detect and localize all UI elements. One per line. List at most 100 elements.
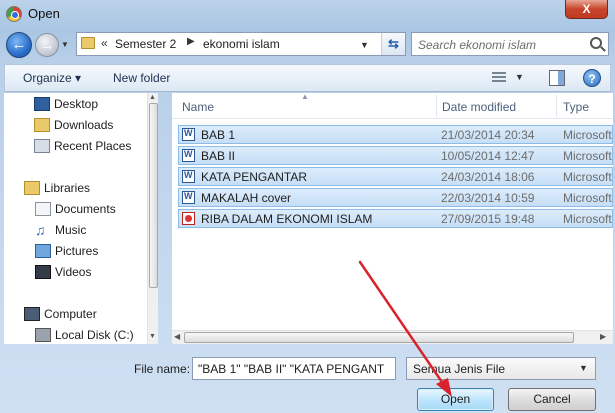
file-row[interactable]: BAB II 10/05/2014 12:47 Microsoft bbox=[178, 146, 613, 165]
file-type: Microsoft bbox=[563, 212, 612, 226]
sidebar-scrollbar[interactable]: ▲ ▼ bbox=[147, 93, 158, 344]
sidebar-item-label: Videos bbox=[55, 265, 92, 279]
breadcrumb-ekonomi-islam[interactable]: ekonomi islam bbox=[203, 37, 280, 51]
scroll-right-icon[interactable]: ▶ bbox=[600, 332, 606, 341]
sidebar-item-label: Libraries bbox=[44, 181, 91, 195]
scroll-up-icon[interactable]: ▲ bbox=[149, 94, 156, 101]
word-doc-icon bbox=[182, 191, 195, 204]
forward-button[interactable]: → bbox=[35, 33, 59, 57]
title-bar: Open X bbox=[0, 0, 615, 28]
file-type-select[interactable]: Semua Jenis File ▼ bbox=[406, 357, 596, 380]
refresh-button[interactable]: ⇆ bbox=[381, 33, 405, 55]
file-name: MAKALAH cover bbox=[201, 191, 292, 205]
address-overflow-chevron[interactable]: « bbox=[101, 36, 108, 50]
file-type-value: Semua Jenis File bbox=[413, 362, 506, 376]
sidebar-item-label: Desktop bbox=[54, 97, 99, 111]
file-row[interactable]: KATA PENGANTAR 24/03/2014 18:06 Microsof… bbox=[178, 167, 613, 186]
word-doc-icon bbox=[182, 128, 195, 141]
sidebar-item-label: Computer bbox=[44, 307, 97, 321]
search-placeholder: Search ekonomi islam bbox=[418, 38, 537, 52]
sidebar-scroll-thumb[interactable] bbox=[149, 103, 158, 288]
back-button[interactable]: ← bbox=[6, 32, 32, 58]
file-name-input[interactable]: "BAB 1" "BAB II" "KATA PENGANT bbox=[192, 357, 396, 380]
file-date: 27/09/2015 19:48 bbox=[441, 212, 535, 226]
address-bar[interactable]: « Semester 2 ▶ ekonomi islam ▼ ⇆ bbox=[76, 32, 406, 56]
horizontal-scroll-thumb[interactable] bbox=[184, 332, 574, 343]
command-toolbar: Organize ▾ New folder ▼ ? bbox=[4, 64, 611, 92]
column-divider[interactable] bbox=[436, 95, 437, 117]
pictures-icon bbox=[35, 244, 51, 258]
preview-pane-icon[interactable] bbox=[549, 70, 565, 86]
computer-icon bbox=[24, 307, 40, 321]
sidebar-item-label: Local Disk (C:) bbox=[55, 328, 134, 342]
sort-ascending-icon: ▲ bbox=[301, 92, 309, 101]
column-header-date[interactable]: Date modified bbox=[442, 100, 516, 114]
file-type: Microsoft bbox=[563, 170, 612, 184]
file-name: RIBA DALAM EKONOMI ISLAM bbox=[201, 212, 373, 226]
chrome-icon bbox=[6, 6, 22, 22]
breadcrumb-separator-icon[interactable]: ▶ bbox=[187, 36, 195, 47]
chevron-down-icon: ▼ bbox=[61, 40, 69, 49]
file-list-horizontal-scrollbar[interactable]: ◀ ▶ bbox=[172, 330, 613, 344]
window-title: Open bbox=[28, 6, 60, 21]
desktop-icon bbox=[34, 97, 50, 111]
libraries-icon bbox=[24, 181, 40, 195]
file-date: 21/03/2014 20:34 bbox=[441, 128, 535, 142]
column-headers: ▲ Name Date modified Type bbox=[172, 92, 613, 119]
sidebar-item-libraries[interactable]: Libraries bbox=[24, 178, 164, 198]
file-date: 10/05/2014 12:47 bbox=[441, 149, 535, 163]
file-type: Microsoft bbox=[563, 128, 612, 142]
disk-icon bbox=[35, 328, 51, 342]
search-input[interactable]: Search ekonomi islam bbox=[411, 32, 609, 56]
new-folder-button[interactable]: New folder bbox=[113, 71, 170, 85]
column-divider[interactable] bbox=[556, 95, 557, 117]
scroll-left-icon[interactable]: ◀ bbox=[174, 332, 180, 341]
recent-locations-dropdown[interactable]: ▼ bbox=[61, 40, 71, 50]
sidebar-item-computer[interactable]: Computer bbox=[24, 304, 164, 324]
close-button[interactable]: X bbox=[565, 0, 608, 19]
open-button[interactable]: Open bbox=[417, 388, 494, 411]
file-type: Microsoft bbox=[563, 149, 612, 163]
file-name-value: "BAB 1" "BAB II" "KATA PENGANT bbox=[198, 362, 385, 376]
open-dialog-window: Open X ← → ▼ « Semester 2 ▶ ekonomi isla… bbox=[0, 0, 615, 413]
music-icon: ♫ bbox=[35, 222, 46, 238]
file-row[interactable]: MAKALAH cover 22/03/2014 10:59 Microsoft bbox=[178, 188, 613, 207]
chevron-down-icon: ▼ bbox=[579, 363, 588, 373]
column-header-type[interactable]: Type bbox=[563, 100, 589, 114]
scroll-down-icon[interactable]: ▼ bbox=[149, 333, 156, 340]
file-date: 22/03/2014 10:59 bbox=[441, 191, 535, 205]
file-row[interactable]: RIBA DALAM EKONOMI ISLAM 27/09/2015 19:4… bbox=[178, 209, 613, 228]
view-dropdown-icon[interactable]: ▼ bbox=[515, 72, 524, 82]
recent-places-icon bbox=[34, 139, 50, 153]
pdf-doc-icon bbox=[182, 212, 195, 225]
address-dropdown-icon[interactable]: ▼ bbox=[360, 40, 369, 50]
sidebar-item-label: Pictures bbox=[55, 244, 99, 258]
folder-icon bbox=[81, 37, 95, 49]
organize-menu-button[interactable]: Organize ▾ bbox=[23, 71, 81, 85]
breadcrumb-semester-2[interactable]: Semester 2 bbox=[115, 37, 176, 51]
file-row[interactable]: BAB 1 21/03/2014 20:34 Microsoft bbox=[178, 125, 613, 144]
sidebar-item-label: Recent Places bbox=[54, 139, 132, 153]
file-list: ▲ Name Date modified Type BAB 1 21/03/20… bbox=[172, 92, 613, 344]
arrow-left-icon: ← bbox=[11, 36, 27, 53]
file-name: KATA PENGANTAR bbox=[201, 170, 308, 184]
cancel-button[interactable]: Cancel bbox=[508, 388, 596, 411]
help-icon[interactable]: ? bbox=[583, 69, 601, 87]
navigation-pane: Desktop Downloads Recent Places Librarie… bbox=[4, 93, 158, 344]
arrow-right-icon: → bbox=[40, 37, 54, 53]
file-name-label: File name: bbox=[134, 362, 191, 376]
file-date: 24/03/2014 18:06 bbox=[441, 170, 535, 184]
column-header-name[interactable]: Name bbox=[182, 100, 214, 114]
word-doc-icon bbox=[182, 170, 195, 183]
downloads-icon bbox=[34, 118, 50, 132]
sidebar-item-label: Downloads bbox=[54, 118, 114, 132]
sidebar-item-label: Music bbox=[55, 223, 87, 237]
view-options-icon[interactable] bbox=[492, 72, 506, 84]
videos-icon bbox=[35, 265, 51, 279]
documents-icon bbox=[35, 202, 51, 216]
word-doc-icon bbox=[182, 149, 195, 162]
file-type: Microsoft bbox=[563, 191, 612, 205]
search-icon[interactable] bbox=[590, 37, 602, 49]
file-name: BAB 1 bbox=[201, 128, 236, 142]
file-name: BAB II bbox=[201, 149, 236, 163]
